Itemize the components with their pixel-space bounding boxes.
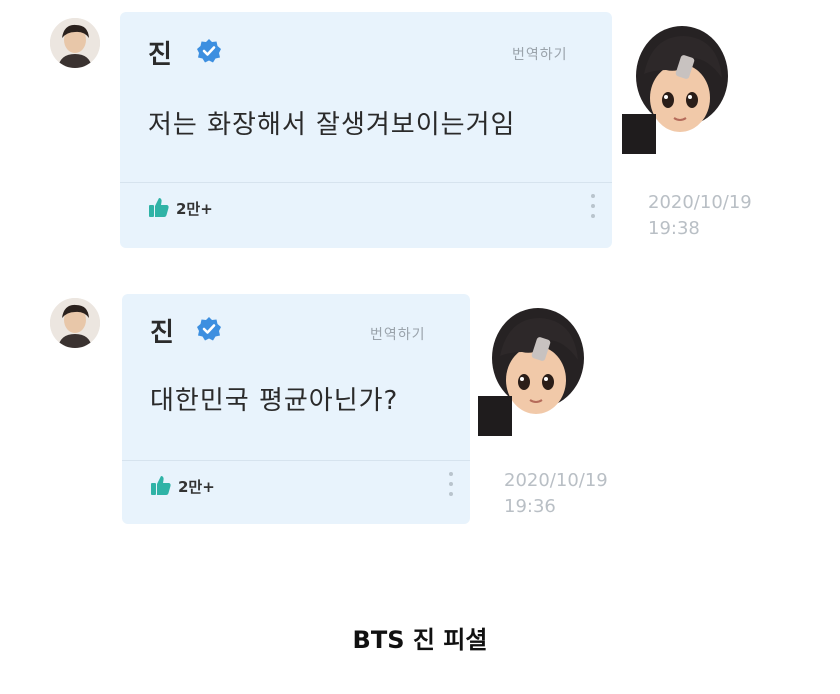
thumbs-up-icon[interactable] xyxy=(148,196,170,218)
post-timestamp: 2020/10/19 19:38 xyxy=(648,192,752,239)
more-vertical-icon[interactable] xyxy=(590,194,596,218)
author-name[interactable]: 진 xyxy=(150,312,174,349)
image-caption: BTS 진 피셜 xyxy=(352,626,488,654)
thumbs-up-icon[interactable] xyxy=(150,474,172,496)
more-vertical-icon[interactable] xyxy=(448,472,454,496)
character-sticker xyxy=(478,308,584,436)
post-card: 진 번역하기 저는 화장해서 잘생겨보이는거임 2만+ xyxy=(120,12,612,248)
verified-badge-icon xyxy=(197,317,221,341)
post-message: 대한민국 평균아닌가? xyxy=(150,386,399,416)
character-sticker xyxy=(622,26,728,154)
post-message: 저는 화장해서 잘생겨보이는거임 xyxy=(148,110,516,140)
author-avatar[interactable] xyxy=(50,298,100,348)
screenshot-page: 진 번역하기 저는 화장해서 잘생겨보이는거임 2만+ 2020/10/19 1… xyxy=(0,0,840,694)
like-count: 2만+ xyxy=(176,200,213,218)
card-divider xyxy=(122,460,470,461)
verified-badge-icon xyxy=(197,39,221,63)
card-divider xyxy=(120,182,612,183)
like-count: 2만+ xyxy=(178,478,215,496)
post-timestamp: 2020/10/19 19:36 xyxy=(504,470,608,517)
author-name[interactable]: 진 xyxy=(148,34,172,71)
author-avatar[interactable] xyxy=(50,18,100,68)
translate-link[interactable]: 번역하기 xyxy=(370,324,426,344)
translate-link[interactable]: 번역하기 xyxy=(512,44,568,64)
post-card: 진 번역하기 대한민국 평균아닌가? 2만+ xyxy=(122,294,470,524)
